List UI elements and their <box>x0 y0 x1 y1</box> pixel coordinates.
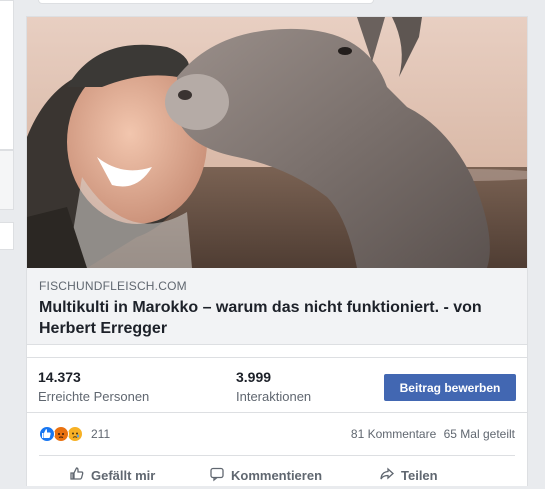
reach-label: Erreichte Personen <box>38 389 150 404</box>
reach-stat[interactable]: 14.373 Erreichte Personen <box>38 368 149 406</box>
comment-button[interactable]: Kommentieren <box>209 466 322 485</box>
left-card-bottom <box>0 222 14 250</box>
link-preview[interactable]: FISCHUNDFLEISCH.COM Multikulti in Marokk… <box>27 268 527 345</box>
insights-bar: 14.373 Erreichte Personen 3.999 Interakt… <box>27 357 527 413</box>
promote-post-button[interactable]: Beitrag bewerben <box>384 374 516 401</box>
left-column <box>0 0 14 471</box>
previous-card-edge <box>38 0 374 4</box>
engagement-value: 3.999 <box>236 369 272 385</box>
reaction-count[interactable]: 211 <box>91 427 110 441</box>
post-card: FISCHUNDFLEISCH.COM Multikulti in Marokk… <box>26 16 528 486</box>
reactions-summary: 211 81 Kommentare 65 Mal geteilt <box>27 413 527 455</box>
engagement-label: Interaktionen <box>236 389 312 404</box>
reach-value: 14.373 <box>38 369 81 385</box>
comment-icon <box>209 466 225 485</box>
link-headline[interactable]: Multikulti in Marokko – warum das nicht … <box>39 297 515 339</box>
thumbs-up-icon <box>69 466 85 485</box>
like-icon[interactable] <box>39 426 55 442</box>
share-label: Teilen <box>401 468 438 483</box>
action-bar: Gefällt mir Kommentieren Teilen <box>39 455 515 489</box>
left-card-top <box>0 0 14 150</box>
link-domain: FISCHUNDFLEISCH.COM <box>39 279 187 293</box>
donkey-selfie-photo <box>27 17 527 268</box>
share-button[interactable]: Teilen <box>379 466 438 485</box>
engagement-stat[interactable]: 3.999 Interaktionen <box>236 368 311 406</box>
like-label: Gefällt mir <box>91 468 156 483</box>
share-icon <box>379 466 395 485</box>
engagement-counts: 81 Kommentare 65 Mal geteilt <box>347 427 515 441</box>
comments-count[interactable]: 81 Kommentare <box>351 427 436 441</box>
comment-label: Kommentieren <box>231 468 323 483</box>
angry-icon[interactable] <box>53 426 69 442</box>
shares-count[interactable]: 65 Mal geteilt <box>444 427 515 441</box>
like-button[interactable]: Gefällt mir <box>69 466 155 485</box>
left-card-mid <box>0 150 14 210</box>
link-preview-image[interactable] <box>27 17 527 268</box>
sad-icon[interactable] <box>67 426 83 442</box>
